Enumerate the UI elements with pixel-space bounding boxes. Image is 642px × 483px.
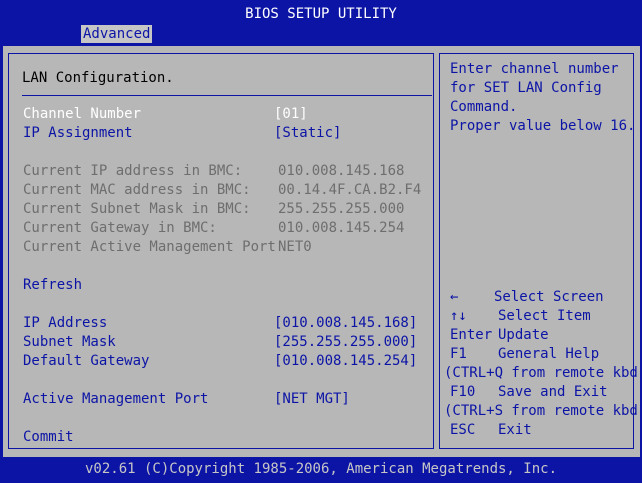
main-panel: LAN Configuration. Channel Number [01] I…: [3, 46, 642, 457]
help-line: Proper value below 16.: [450, 118, 636, 134]
help-line: Enter channel number: [450, 61, 619, 77]
subnet-mask-label: Subnet Mask: [23, 334, 116, 350]
active-port-value: [NET MGT]: [274, 391, 350, 407]
key-desc: Select Item: [498, 308, 591, 324]
key-desc: General Help: [498, 346, 600, 362]
up-down-arrow-icon: ↑↓: [450, 308, 467, 324]
ip-address-value: [010.008.145.168]: [274, 315, 418, 331]
ip-assignment-value: [Static]: [274, 125, 342, 141]
current-mac-value: 00.14.4F.CA.B2.F4: [278, 182, 422, 198]
section-title: LAN Configuration.: [22, 70, 174, 86]
key-desc: Update: [498, 327, 549, 343]
active-port-label: Active Management Port: [23, 391, 209, 407]
current-ip-label: Current IP address in BMC:: [23, 163, 243, 179]
subnet-mask-value: [255.255.255.000]: [274, 334, 418, 350]
key-note: (CTRL+S from remote kbd): [444, 403, 642, 419]
commit-label: Commit: [23, 429, 74, 445]
section-divider: [22, 95, 432, 96]
key-label: ESC: [450, 422, 476, 438]
key-label: F10: [450, 384, 476, 400]
key-note: (CTRL+Q from remote kbd): [444, 365, 642, 381]
current-port-label: Current Active Management Port: [23, 239, 276, 255]
current-mac-label: Current MAC address in BMC:: [23, 182, 251, 198]
refresh-label: Refresh: [23, 277, 83, 293]
current-port-value: NET0: [278, 239, 312, 255]
help-line: Command.: [450, 99, 518, 115]
current-subnet-value: 255.255.255.000: [278, 201, 405, 217]
key-desc: Save and Exit: [498, 384, 608, 400]
left-arrow-icon: ←: [450, 289, 459, 305]
current-gateway-value: 010.008.145.254: [278, 220, 405, 236]
key-label: Enter: [450, 327, 493, 343]
help-frame: Enter channel number for SET LAN Config …: [439, 53, 642, 449]
default-gateway-value: [010.008.145.254]: [274, 353, 418, 369]
channel-number-label: Channel Number: [23, 106, 142, 122]
current-gateway-label: Current Gateway in BMC:: [23, 220, 217, 236]
bios-screen: BIOS SETUP UTILITY Advanced LAN Configur…: [0, 0, 642, 483]
current-subnet-label: Current Subnet Mask in BMC:: [23, 201, 251, 217]
help-line: for SET LAN Config: [450, 80, 602, 96]
ip-address-label: IP Address: [23, 315, 108, 331]
copyright-footer: v02.61 (C)Copyright 1985-2006, American …: [84, 461, 557, 477]
default-gateway-label: Default Gateway: [23, 353, 150, 369]
current-ip-value: 010.008.145.168: [278, 163, 405, 179]
ip-assignment-label: IP Assignment: [23, 125, 133, 141]
key-desc: Exit: [498, 422, 532, 438]
tab-advanced[interactable]: Advanced: [81, 25, 153, 43]
key-label: F1: [450, 346, 467, 362]
key-desc: Select Screen: [494, 289, 604, 305]
channel-number-value: [01]: [274, 106, 308, 122]
window-title: BIOS SETUP UTILITY: [245, 6, 397, 22]
settings-frame: LAN Configuration. Channel Number [01] I…: [8, 53, 434, 449]
